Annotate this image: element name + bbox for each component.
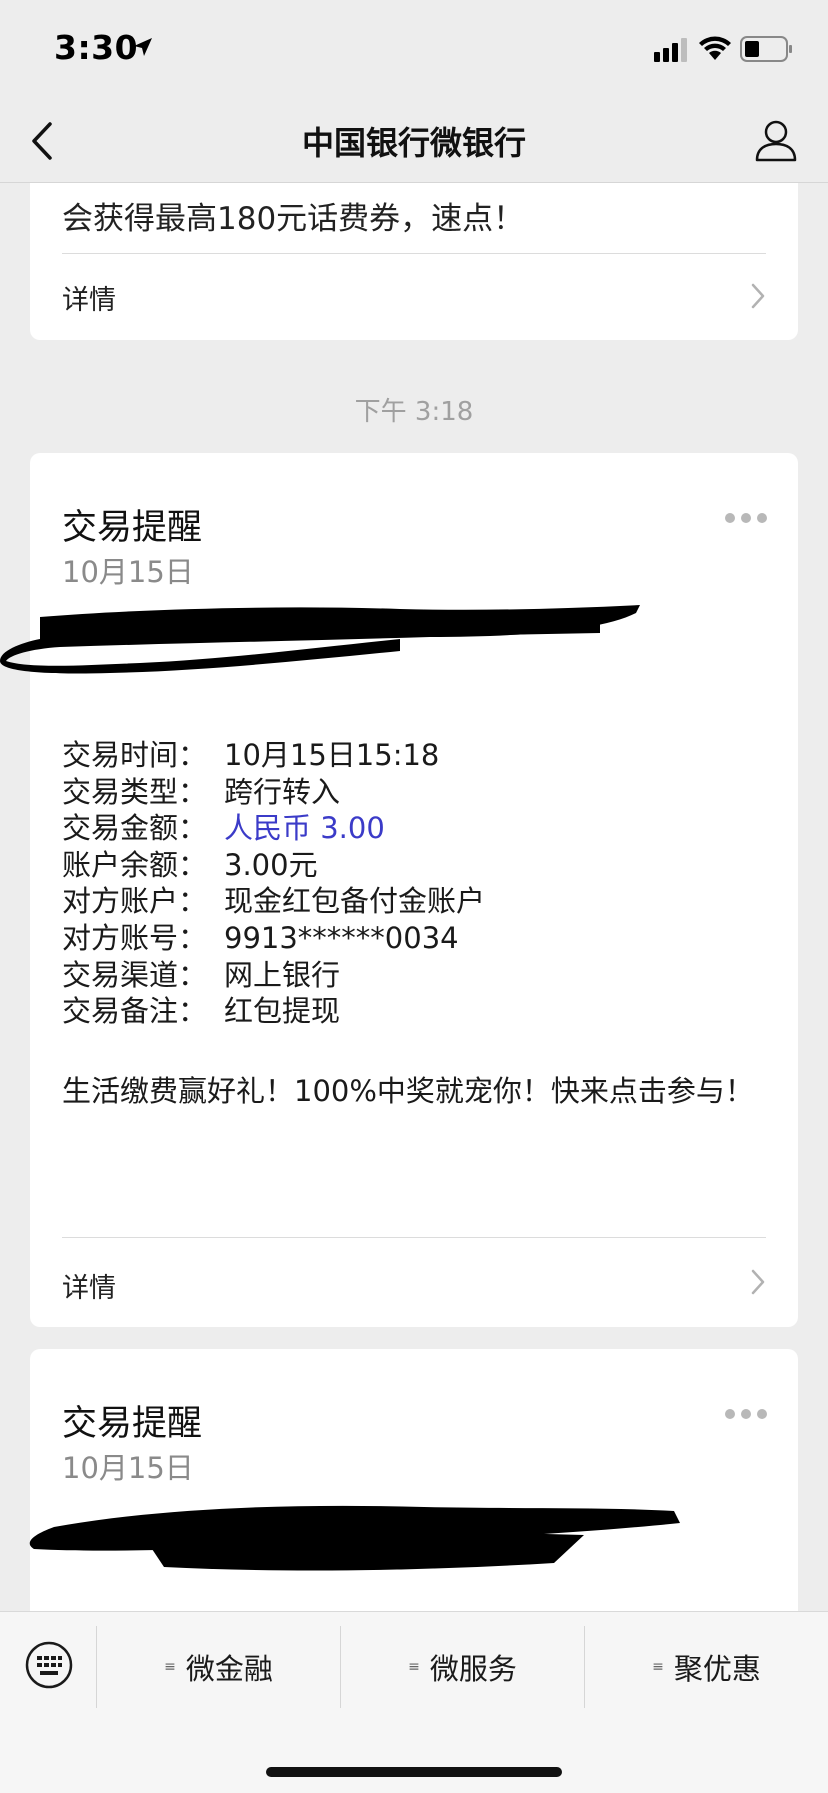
message-card-transaction: 交易提醒 10月15日 交易时间： 10月15日15:18 交易类型： 跨行转入 交… — [0, 453, 798, 1327]
redaction-mark — [0, 605, 640, 674]
card-title: 交易提醒 — [62, 1404, 203, 1444]
wifi-icon — [699, 36, 731, 60]
more-dots-icon[interactable] — [724, 511, 768, 525]
home-indicator[interactable] — [266, 1767, 562, 1777]
redaction-mark — [29, 1505, 681, 1571]
promo-text: 生活缴费赢好礼！100%中奖就宠你！快来点击参与！ — [62, 1074, 754, 1108]
detail-link[interactable]: 详情 — [30, 254, 798, 340]
message-card-transaction: 交易提醒 10月15日 — [29, 1349, 798, 1611]
more-dots-icon[interactable] — [724, 1407, 768, 1421]
message-card-partial: 会获得最高180元话费券，速点！ 详情 — [30, 183, 798, 340]
tab-bar: ≡ 微金融 ≡ 微服务 ≡ 聚优惠 — [0, 1611, 828, 1793]
message-timestamp: 下午 3:18 — [354, 397, 474, 427]
user-icon[interactable] — [754, 118, 798, 162]
battery-icon — [740, 36, 792, 62]
tab-ju-youhui[interactable]: ≡ 聚优惠 — [585, 1626, 828, 1708]
card-date: 10月15日 — [62, 1451, 194, 1485]
detail-row-channel: 交易渠道： 网上银行 — [62, 957, 341, 992]
detail-link[interactable]: 详情 — [30, 1238, 798, 1327]
transaction-details: 交易时间： 10月15日15:18 交易类型： 跨行转入 交易金额： 人民币 3.00… — [62, 737, 485, 1030]
status-time: 3:30 — [54, 28, 139, 67]
card-title: 交易提醒 — [62, 508, 203, 548]
detail-label: 详情 — [62, 1273, 116, 1304]
location-arrow-icon — [134, 38, 152, 56]
detail-row-counterparty: 对方账户： 现金红包备付金账户 — [62, 884, 486, 919]
detail-label: 详情 — [62, 285, 116, 316]
detail-row-time: 交易时间： 10月15日15:18 — [62, 738, 440, 772]
keyboard-icon[interactable] — [24, 1640, 74, 1690]
card-date: 10月15日 — [62, 555, 194, 589]
menu-icon: ≡ — [652, 1659, 664, 1675]
detail-row-account-number: 对方账号： 9913******0034 — [62, 920, 459, 955]
message-list[interactable]: 会获得最高180元话费券，速点！ 详情 下午 3:18 交易提醒 10月15日 … — [0, 183, 828, 1611]
detail-row-balance: 账户余额： 3.00元 — [62, 847, 318, 882]
detail-row-note: 交易备注： 红包提现 — [62, 994, 341, 1029]
tab-wei-jinrong[interactable]: ≡ 微金融 — [97, 1626, 340, 1708]
menu-icon: ≡ — [408, 1659, 420, 1675]
tab-wei-fuwu[interactable]: ≡ 微服务 — [341, 1626, 584, 1708]
detail-row-amount: 交易金额： 人民币 3.00 — [62, 811, 385, 846]
nav-bar: 中国银行微银行 — [0, 100, 828, 183]
signal-icon — [654, 38, 687, 62]
menu-icon: ≡ — [164, 1659, 176, 1675]
status-bar: 3:30 — [0, 0, 828, 100]
chevron-right-icon — [751, 1269, 765, 1295]
page-title: 中国银行微银行 — [301, 124, 526, 162]
detail-row-type: 交易类型： 跨行转入 — [62, 774, 341, 809]
chevron-right-icon — [751, 283, 765, 309]
message-text: 会获得最高180元话费券，速点！ — [62, 201, 525, 237]
